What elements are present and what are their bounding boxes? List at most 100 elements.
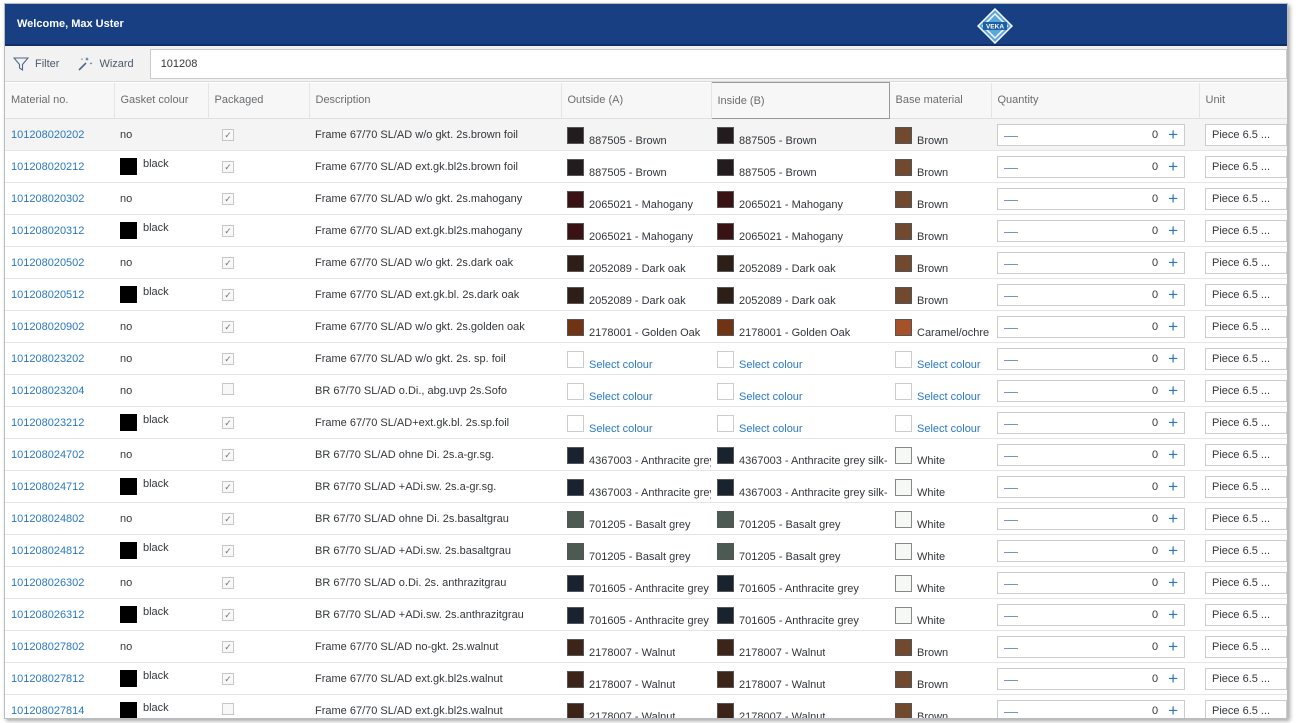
quantity-value[interactable]: 0 xyxy=(1152,449,1158,461)
packaged-checkbox[interactable]: ✓ xyxy=(222,224,234,237)
quantity-value[interactable]: 0 xyxy=(1152,545,1158,557)
unit-select[interactable]: Piece 6.5 ... xyxy=(1205,539,1287,562)
unit-select[interactable]: Piece 6.5 ... xyxy=(1205,699,1287,718)
plus-icon[interactable]: + xyxy=(1168,221,1178,241)
material-link[interactable]: 101208020212 xyxy=(11,161,84,173)
minus-icon[interactable]: — xyxy=(1004,159,1018,175)
minus-icon[interactable]: — xyxy=(1004,479,1018,495)
table-row[interactable]: 101208020312 black ✓ Frame 67/70 SL/AD e… xyxy=(5,214,1287,247)
inside-colour-text[interactable]: Select colour xyxy=(739,359,803,371)
table-row[interactable]: 101208024812 black ✓ BR 67/70 SL/AD +ADi… xyxy=(5,534,1287,567)
table-row[interactable]: 101208026312 black ✓ BR 67/70 SL/AD +ADi… xyxy=(5,598,1287,631)
plus-icon[interactable]: + xyxy=(1168,125,1178,145)
table-row[interactable]: 101208023212 black ✓ Frame 67/70 SL/AD+e… xyxy=(5,406,1287,439)
unit-select[interactable]: Piece 6.5 ... xyxy=(1205,187,1287,210)
table-row[interactable]: 101208020902 no ✓ Frame 67/70 SL/AD w/o … xyxy=(5,310,1287,343)
base-material-text[interactable]: Select colour xyxy=(917,391,981,403)
unit-select[interactable]: Piece 6.5 ... xyxy=(1205,475,1287,498)
quantity-stepper[interactable]: — 0 + xyxy=(997,539,1185,562)
filter-button[interactable]: Filter xyxy=(13,56,59,72)
table-row[interactable]: 101208027802 no ✓ Frame 67/70 SL/AD no-g… xyxy=(5,630,1287,663)
inside-colour-cell[interactable]: Select colour xyxy=(711,342,889,375)
packaged-checkbox[interactable]: ✓ xyxy=(222,544,234,557)
minus-icon[interactable]: — xyxy=(1004,383,1018,399)
outside-colour-text[interactable]: Select colour xyxy=(589,359,653,371)
plus-icon[interactable]: + xyxy=(1168,157,1178,177)
plus-icon[interactable]: + xyxy=(1168,317,1178,337)
inside-colour-text[interactable]: Select colour xyxy=(739,391,803,403)
packaged-checkbox[interactable]: ✓ xyxy=(222,608,234,621)
quantity-value[interactable]: 0 xyxy=(1152,417,1158,429)
quantity-value[interactable]: 0 xyxy=(1152,385,1158,397)
table-row[interactable]: 101208024802 no ✓ BR 67/70 SL/AD ohne Di… xyxy=(5,502,1287,535)
material-link[interactable]: 101208020312 xyxy=(11,225,84,237)
quantity-stepper[interactable]: — 0 + xyxy=(997,571,1185,594)
material-link[interactable]: 101208020512 xyxy=(11,289,84,301)
quantity-stepper[interactable]: — 0 + xyxy=(997,443,1185,466)
packaged-checkbox[interactable] xyxy=(222,703,234,715)
quantity-value[interactable]: 0 xyxy=(1152,161,1158,173)
material-link[interactable]: 101208020902 xyxy=(11,321,84,333)
table-row[interactable]: 101208020502 no ✓ Frame 67/70 SL/AD w/o … xyxy=(5,246,1287,279)
table-row[interactable]: 101208020512 black ✓ Frame 67/70 SL/AD e… xyxy=(5,278,1287,311)
minus-icon[interactable]: — xyxy=(1004,127,1018,143)
inside-colour-cell[interactable]: Select colour xyxy=(711,406,889,439)
plus-icon[interactable]: + xyxy=(1168,285,1178,305)
table-row[interactable]: 101208027814 black Frame 67/70 SL/AD ext… xyxy=(5,694,1287,718)
quantity-value[interactable]: 0 xyxy=(1152,513,1158,525)
base-material-cell[interactable]: Select colour xyxy=(889,406,991,439)
unit-select[interactable]: Piece 6.5 ... xyxy=(1205,123,1287,146)
unit-select[interactable]: Piece 6.5 ... xyxy=(1205,411,1287,434)
column-header-description[interactable]: Description xyxy=(309,82,562,119)
plus-icon[interactable]: + xyxy=(1168,605,1178,625)
material-link[interactable]: 101208024712 xyxy=(11,481,84,493)
unit-select[interactable]: Piece 6.5 ... xyxy=(1205,603,1287,626)
column-header-packaged[interactable]: Packaged xyxy=(208,82,310,119)
plus-icon[interactable]: + xyxy=(1168,477,1178,497)
quantity-stepper[interactable]: — 0 + xyxy=(997,603,1185,626)
material-link[interactable]: 101208020302 xyxy=(11,193,84,205)
unit-select[interactable]: Piece 6.5 ... xyxy=(1205,347,1287,370)
outside-colour-cell[interactable]: Select colour xyxy=(561,342,711,375)
quantity-stepper[interactable]: — 0 + xyxy=(997,667,1185,690)
unit-select[interactable]: Piece 6.5 ... xyxy=(1205,219,1287,242)
quantity-value[interactable]: 0 xyxy=(1152,193,1158,205)
quantity-value[interactable]: 0 xyxy=(1152,353,1158,365)
minus-icon[interactable]: — xyxy=(1004,351,1018,367)
quantity-stepper[interactable]: — 0 + xyxy=(997,379,1185,402)
minus-icon[interactable]: — xyxy=(1004,287,1018,303)
quantity-stepper[interactable]: — 0 + xyxy=(997,347,1185,370)
base-material-text[interactable]: Select colour xyxy=(917,359,981,371)
table-row[interactable]: 101208020202 no ✓ Frame 67/70 SL/AD w/o … xyxy=(5,118,1287,151)
minus-icon[interactable]: — xyxy=(1004,447,1018,463)
unit-select[interactable]: Piece 6.5 ... xyxy=(1205,443,1287,466)
column-header-base-material[interactable]: Base material xyxy=(889,82,992,119)
table-row[interactable]: 101208020302 no ✓ Frame 67/70 SL/AD w/o … xyxy=(5,182,1287,215)
minus-icon[interactable]: — xyxy=(1004,255,1018,271)
quantity-value[interactable]: 0 xyxy=(1152,641,1158,653)
inside-colour-cell[interactable]: Select colour xyxy=(711,374,889,407)
packaged-checkbox[interactable]: ✓ xyxy=(222,416,234,429)
packaged-checkbox[interactable]: ✓ xyxy=(222,512,234,525)
material-link[interactable]: 101208023204 xyxy=(11,385,84,397)
base-material-cell[interactable]: Select colour xyxy=(889,342,991,375)
search-input[interactable]: 101208 xyxy=(149,48,1287,79)
plus-icon[interactable]: + xyxy=(1168,445,1178,465)
packaged-checkbox[interactable]: ✓ xyxy=(222,288,234,301)
table-row[interactable]: 101208024712 black ✓ BR 67/70 SL/AD +ADi… xyxy=(5,470,1287,503)
plus-icon[interactable]: + xyxy=(1168,253,1178,273)
quantity-stepper[interactable]: — 0 + xyxy=(997,635,1185,658)
plus-icon[interactable]: + xyxy=(1168,541,1178,561)
outside-colour-cell[interactable]: Select colour xyxy=(561,406,711,439)
quantity-value[interactable]: 0 xyxy=(1152,609,1158,621)
plus-icon[interactable]: + xyxy=(1168,669,1178,689)
column-header-unit[interactable]: Unit xyxy=(1199,82,1287,119)
table-row[interactable]: 101208020212 black ✓ Frame 67/70 SL/AD e… xyxy=(5,150,1287,183)
plus-icon[interactable]: + xyxy=(1168,413,1178,433)
packaged-checkbox[interactable]: ✓ xyxy=(222,160,234,173)
material-link[interactable]: 101208023202 xyxy=(11,353,84,365)
unit-select[interactable]: Piece 6.5 ... xyxy=(1205,571,1287,594)
plus-icon[interactable]: + xyxy=(1168,509,1178,529)
packaged-checkbox[interactable]: ✓ xyxy=(222,480,234,493)
table-row[interactable]: 101208023204 no BR 67/70 SL/AD o.Di., ab… xyxy=(5,374,1287,407)
